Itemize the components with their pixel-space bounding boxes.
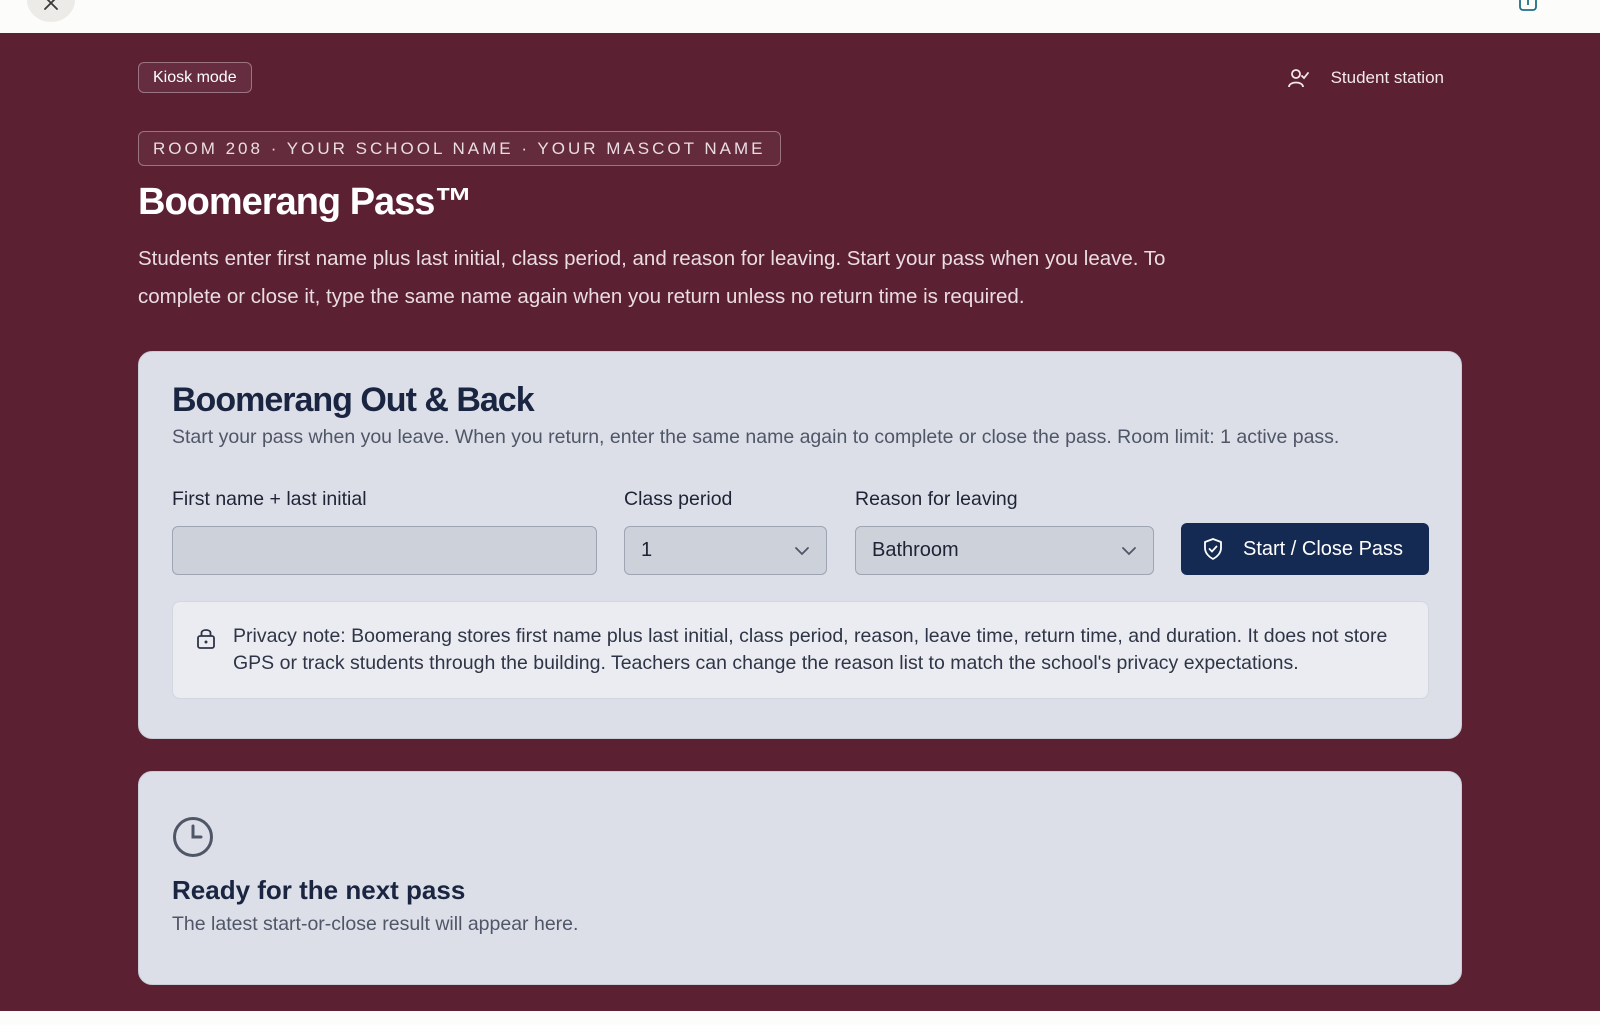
result-title: Ready for the next pass	[172, 875, 466, 905]
page-description: Students enter first name plus last init…	[138, 247, 1166, 308]
chevron-down-icon	[1122, 546, 1136, 555]
reason-select[interactable]: Bathroom	[855, 526, 1154, 575]
privacy-note: Privacy note: Boomerang stores first nam…	[172, 601, 1429, 699]
kiosk-mode-badge: Kiosk mode	[138, 62, 252, 93]
start-close-pass-button[interactable]: Start / Close Pass	[1181, 523, 1429, 575]
period-label: Class period	[624, 488, 733, 510]
close-button[interactable]	[27, 0, 75, 22]
station-label: Student station	[1330, 68, 1444, 87]
chevron-down-icon	[795, 546, 809, 555]
share-icon[interactable]	[1518, 0, 1538, 12]
start-close-pass-label: Start / Close Pass	[1243, 537, 1404, 560]
pass-form-card: Boomerang Out & Back Start your pass whe…	[138, 351, 1462, 739]
period-select[interactable]: 1	[624, 526, 827, 575]
page-title: Boomerang Pass™	[138, 181, 472, 223]
result-subtitle: The latest start-or-close result will ap…	[172, 913, 579, 935]
clock-icon	[173, 817, 213, 857]
kiosk-main: Kiosk mode Student station ROOM 208 · YO…	[0, 33, 1600, 1011]
reason-value: Bathroom	[872, 539, 959, 561]
room-badge: ROOM 208 · YOUR SCHOOL NAME · YOUR MASCO…	[138, 131, 781, 166]
reason-label: Reason for leaving	[855, 488, 1018, 510]
privacy-note-text: Privacy note: Boomerang stores first nam…	[233, 625, 1388, 674]
top-bar	[0, 0, 1600, 33]
result-card: Ready for the next pass The latest start…	[138, 771, 1462, 985]
shield-check-icon	[1204, 538, 1222, 560]
lock-icon	[197, 629, 215, 649]
user-check-icon	[1287, 69, 1309, 88]
card-subtitle: Start your pass when you leave. When you…	[172, 426, 1340, 448]
card-title: Boomerang Out & Back	[172, 381, 535, 419]
student-station: Student station	[1287, 63, 1444, 93]
close-icon	[44, 0, 58, 10]
period-value: 1	[641, 539, 653, 561]
name-label: First name + last initial	[172, 488, 367, 510]
name-input[interactable]	[172, 526, 597, 575]
